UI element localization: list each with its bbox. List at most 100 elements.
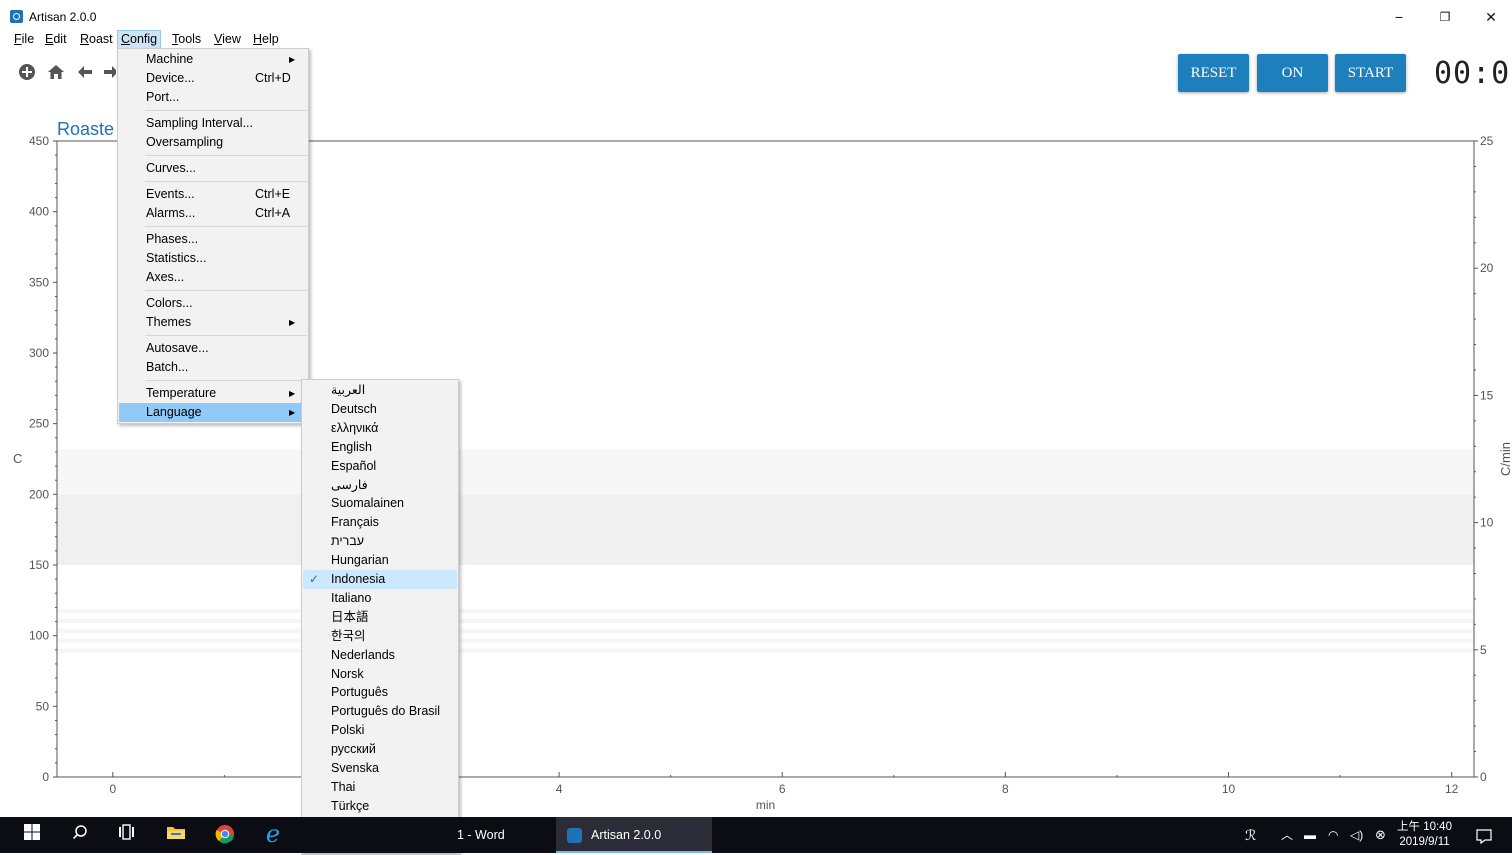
config-menu-item-statistics[interactable]: Statistics... bbox=[119, 249, 307, 268]
language-item[interactable]: עברית bbox=[303, 532, 457, 551]
search-icon[interactable] bbox=[68, 824, 92, 846]
config-menu-item-sampling-interval[interactable]: Sampling Interval... bbox=[119, 114, 307, 133]
language-label: English bbox=[331, 439, 372, 454]
language-item[interactable]: Hungarian bbox=[303, 551, 457, 570]
artisan-app-icon bbox=[567, 828, 582, 843]
config-menu-dropdown: Machine ▶ Device... Ctrl+D Port... Sampling I… bbox=[117, 48, 309, 424]
language-item[interactable]: русский bbox=[303, 740, 457, 759]
config-menu-item-port[interactable]: Port... bbox=[119, 88, 307, 107]
menu-item-label: Device... bbox=[146, 71, 195, 85]
menu-file[interactable]: File bbox=[11, 31, 37, 48]
config-menu-item-batch[interactable]: Batch... bbox=[119, 358, 307, 377]
language-item[interactable]: Deutsch bbox=[303, 400, 457, 419]
language-label: עברית bbox=[331, 534, 365, 549]
on-button[interactable]: ON bbox=[1257, 54, 1328, 92]
submenu-arrow-icon: ▶ bbox=[289, 55, 296, 64]
language-item[interactable]: ✓ Indonesia bbox=[303, 570, 457, 589]
language-item[interactable]: Nederlands bbox=[303, 646, 457, 665]
reset-button[interactable]: RESET bbox=[1178, 54, 1249, 92]
background-stripe bbox=[57, 618, 1474, 623]
language-item[interactable]: فارسی bbox=[303, 476, 457, 495]
menu-item-label: Batch... bbox=[146, 360, 189, 374]
config-menu-item-temperature[interactable]: Temperature ▶ bbox=[119, 384, 307, 403]
language-item[interactable]: Norsk bbox=[303, 665, 457, 684]
menu-item-label: Events... bbox=[146, 187, 195, 201]
config-menu-item-language[interactable]: Language ▶ bbox=[119, 403, 307, 422]
battery-icon[interactable]: ▬ bbox=[1304, 817, 1316, 853]
language-item[interactable]: ελληνικά bbox=[303, 419, 457, 438]
config-menu-item-oversampling[interactable]: Oversampling bbox=[119, 133, 307, 152]
home-icon[interactable] bbox=[46, 63, 66, 83]
menu-help[interactable]: Help bbox=[250, 31, 282, 48]
menu-edit[interactable]: Edit bbox=[42, 31, 70, 48]
y-tick-label: 300 bbox=[29, 346, 49, 360]
language-item[interactable]: العربية bbox=[303, 381, 457, 400]
tray-expand-icon[interactable]: ︿ bbox=[1281, 817, 1293, 853]
taskbar-clock[interactable]: 上午 10:40 2019/9/11 bbox=[1397, 820, 1452, 850]
clock-time: 上午 10:40 bbox=[1397, 821, 1452, 833]
y-tick-label: 400 bbox=[29, 205, 49, 219]
menu-item-label: Curves... bbox=[146, 161, 197, 175]
submenu-arrow-icon: ▶ bbox=[289, 408, 296, 417]
language-item[interactable]: 日本語 bbox=[303, 608, 457, 627]
windows-start-icon[interactable] bbox=[20, 824, 44, 846]
task-view-icon[interactable] bbox=[114, 824, 138, 846]
menu-separator bbox=[145, 380, 307, 381]
chrome-icon[interactable] bbox=[213, 824, 237, 846]
roast-timer: 00:00 bbox=[1434, 56, 1512, 91]
language-item[interactable]: Español bbox=[303, 457, 457, 476]
language-item[interactable]: Suomalainen bbox=[303, 494, 457, 513]
action-center-icon[interactable] bbox=[1476, 817, 1492, 853]
background-stripe bbox=[57, 628, 1474, 633]
back-arrow-icon[interactable] bbox=[75, 63, 95, 83]
menu-separator bbox=[145, 155, 307, 156]
language-label: Deutsch bbox=[331, 401, 377, 416]
config-menu-item-machine[interactable]: Machine ▶ bbox=[119, 50, 307, 69]
minimize-button[interactable]: − bbox=[1376, 4, 1422, 30]
config-menu-item-alarms[interactable]: Alarms... Ctrl+A bbox=[119, 204, 307, 223]
taskbar-app-artisan[interactable]: Artisan 2.0.0 bbox=[556, 817, 712, 853]
restore-button[interactable]: ❐ bbox=[1422, 4, 1468, 30]
background-stripe bbox=[57, 608, 1474, 614]
language-label: Español bbox=[331, 458, 377, 473]
menu-tools[interactable]: Tools bbox=[169, 31, 204, 48]
close-button[interactable]: ✕ bbox=[1468, 4, 1512, 30]
language-item[interactable]: 한국의 bbox=[303, 627, 457, 646]
language-item[interactable]: Português do Brasil bbox=[303, 702, 457, 721]
language-item[interactable]: Thai bbox=[303, 778, 457, 797]
config-menu-item-device[interactable]: Device... Ctrl+D bbox=[119, 69, 307, 88]
wifi-icon[interactable]: ◠ bbox=[1328, 817, 1338, 853]
menu-view[interactable]: View bbox=[211, 31, 244, 48]
config-menu-item-axes[interactable]: Axes... bbox=[119, 268, 307, 287]
language-item[interactable]: Italiano bbox=[303, 589, 457, 608]
menu-item-label: Language bbox=[146, 405, 202, 419]
plus-circle-icon[interactable] bbox=[17, 63, 37, 83]
edge-icon[interactable]: e bbox=[261, 822, 285, 846]
config-menu-item-phases[interactable]: Phases... bbox=[119, 230, 307, 249]
config-menu-item-themes[interactable]: Themes ▶ bbox=[119, 313, 307, 332]
language-item[interactable]: Français bbox=[303, 513, 457, 532]
language-item[interactable]: Türkçe bbox=[303, 797, 457, 816]
people-icon[interactable]: ℛ bbox=[1245, 817, 1256, 853]
taskbar-app-word[interactable]: 1 - Word bbox=[457, 817, 549, 853]
config-menu-item-events[interactable]: Events... Ctrl+E bbox=[119, 185, 307, 204]
forward-arrow-icon[interactable] bbox=[102, 63, 116, 83]
y-tick-label: 250 bbox=[29, 417, 49, 431]
language-label: 한국의 bbox=[331, 628, 366, 643]
notification-error-icon[interactable]: ⊗ bbox=[1375, 817, 1386, 853]
language-item[interactable]: Polski bbox=[303, 721, 457, 740]
menu-item-label: Alarms... bbox=[146, 206, 196, 220]
menu-config[interactable]: Config bbox=[117, 30, 162, 49]
config-menu-item-curves[interactable]: Curves... bbox=[119, 159, 307, 178]
menu-item-shortcut: Ctrl+A bbox=[255, 206, 291, 220]
volume-icon[interactable]: ◁) bbox=[1350, 817, 1363, 853]
menu-roast[interactable]: Roast bbox=[77, 31, 116, 48]
config-menu-item-colors[interactable]: Colors... bbox=[119, 294, 307, 313]
config-menu-item-autosave[interactable]: Autosave... bbox=[119, 339, 307, 358]
language-label: Hungarian bbox=[331, 553, 389, 568]
start-button[interactable]: START bbox=[1335, 54, 1406, 92]
language-item[interactable]: English bbox=[303, 438, 457, 457]
language-item[interactable]: Svenska bbox=[303, 759, 457, 778]
language-item[interactable]: Português bbox=[303, 683, 457, 702]
file-explorer-icon[interactable] bbox=[164, 824, 188, 846]
